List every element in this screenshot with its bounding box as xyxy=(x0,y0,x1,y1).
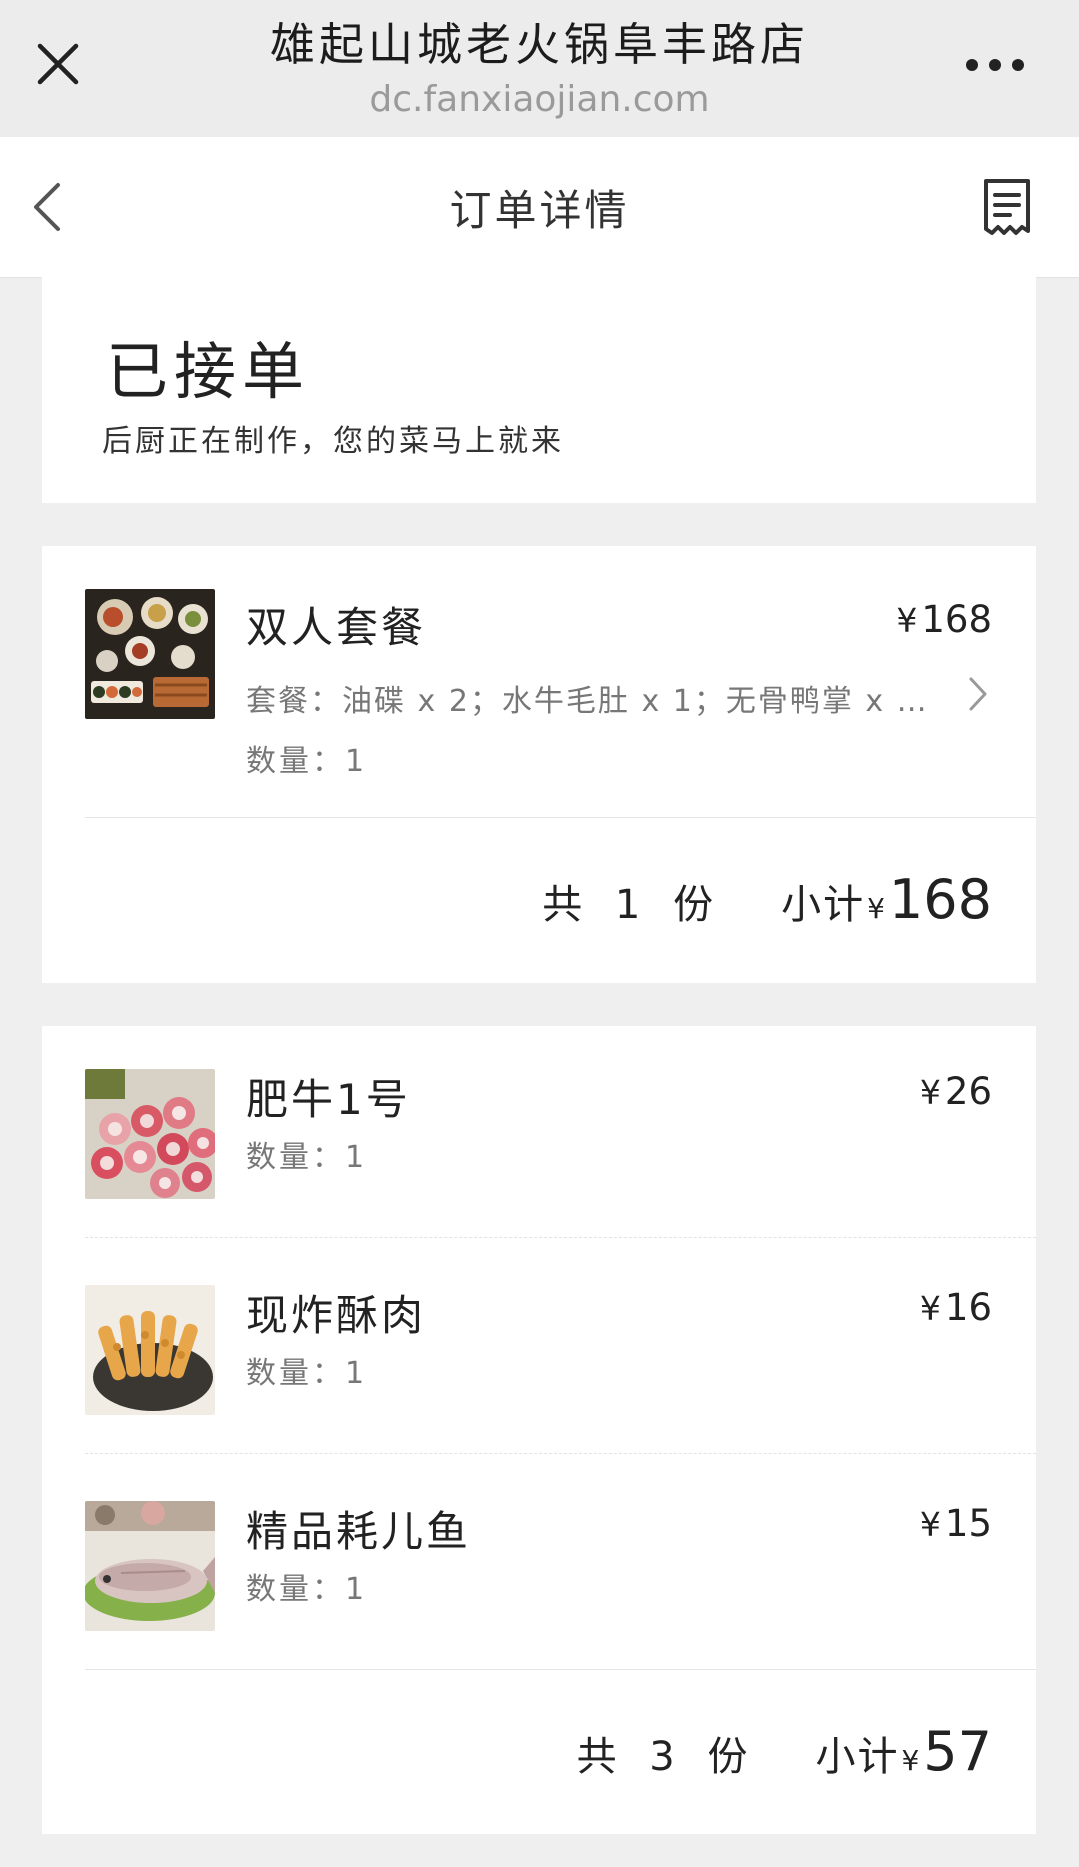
item-price: ¥168 xyxy=(896,598,992,641)
item-quantity: 数量：1 xyxy=(246,1356,368,1391)
order-status-card: 已接单 后厨正在制作，您的菜马上就来 xyxy=(42,277,1036,503)
currency-symbol: ¥ xyxy=(919,1289,941,1328)
nav-bar: 订单详情 xyxy=(0,137,1079,278)
order-status-title: 已接单 xyxy=(106,335,311,408)
item-name: 精品耗儿鱼 xyxy=(246,1507,472,1556)
divider xyxy=(85,1669,1036,1670)
item-name: 现炸酥肉 xyxy=(246,1291,427,1340)
currency-symbol: ¥ xyxy=(919,1073,941,1112)
order-group-1: 双人套餐 ¥168 套餐：油碟 x 2；水牛毛肚 x 1；无骨鸭掌 x … 数量… xyxy=(42,546,1036,983)
currency-symbol: ¥ xyxy=(919,1505,941,1544)
item-price-value: 16 xyxy=(944,1286,992,1329)
item-price-value: 15 xyxy=(944,1502,992,1545)
item-price-value: 26 xyxy=(944,1070,992,1113)
subtotal-value: 168 xyxy=(888,868,992,931)
set-meal-image xyxy=(85,589,215,719)
fried-pork-image xyxy=(85,1285,215,1415)
item-quantity: 数量：1 xyxy=(246,744,368,779)
subtotal-label: 小计 xyxy=(781,882,866,928)
more-options-icon[interactable] xyxy=(965,58,1025,72)
nav-title: 订单详情 xyxy=(449,186,630,235)
beef-roll-image xyxy=(85,1069,215,1199)
item-count: 共 3 份 xyxy=(576,1734,758,1780)
item-price-value: 168 xyxy=(921,598,992,641)
browser-top-bar: 雄起山城老火锅阜丰路店 dc.fanxiaojian.com xyxy=(0,0,1079,137)
item-description[interactable]: 套餐：油碟 x 2；水牛毛肚 x 1；无骨鸭掌 x … xyxy=(246,676,929,720)
item-name: 双人套餐 xyxy=(246,603,427,652)
item-count: 共 1 份 xyxy=(542,882,724,928)
order-group-2: 肥牛1号 ¥26 数量：1 现炸酥肉 ¥16 数量：1 精品耗儿鱼 ¥ 15 数… xyxy=(42,1026,1036,1834)
divider xyxy=(85,1237,1036,1238)
item-price: ¥16 xyxy=(920,1286,992,1329)
order-summary: 共 3 份 小计 ¥ 57 xyxy=(577,1720,992,1790)
subtotal-value: 57 xyxy=(923,1720,992,1783)
item-quantity: 数量：1 xyxy=(246,1572,368,1607)
currency-symbol: ¥ xyxy=(867,892,885,925)
subtotal-label: 小计 xyxy=(815,1734,900,1780)
chevron-right-icon[interactable] xyxy=(967,676,989,712)
receipt-icon[interactable] xyxy=(980,177,1034,237)
order-summary: 共 1 份 小计 ¥ 168 xyxy=(542,868,992,938)
page-url: dc.fanxiaojian.com xyxy=(369,79,710,120)
divider xyxy=(85,817,1036,818)
currency-symbol: ¥ xyxy=(901,1744,920,1777)
item-price: ¥15 xyxy=(920,1502,992,1545)
currency-symbol: ¥ xyxy=(896,601,918,640)
order-status-subtitle: 后厨正在制作，您的菜马上就来 xyxy=(102,424,564,459)
fish-image xyxy=(85,1501,215,1631)
item-name: 肥牛1号 xyxy=(246,1075,411,1124)
item-quantity: 数量：1 xyxy=(246,1140,368,1175)
divider xyxy=(85,1453,1036,1454)
page-title: 雄起山城老火锅阜丰路店 xyxy=(269,18,809,71)
item-price: ¥26 xyxy=(920,1070,992,1113)
